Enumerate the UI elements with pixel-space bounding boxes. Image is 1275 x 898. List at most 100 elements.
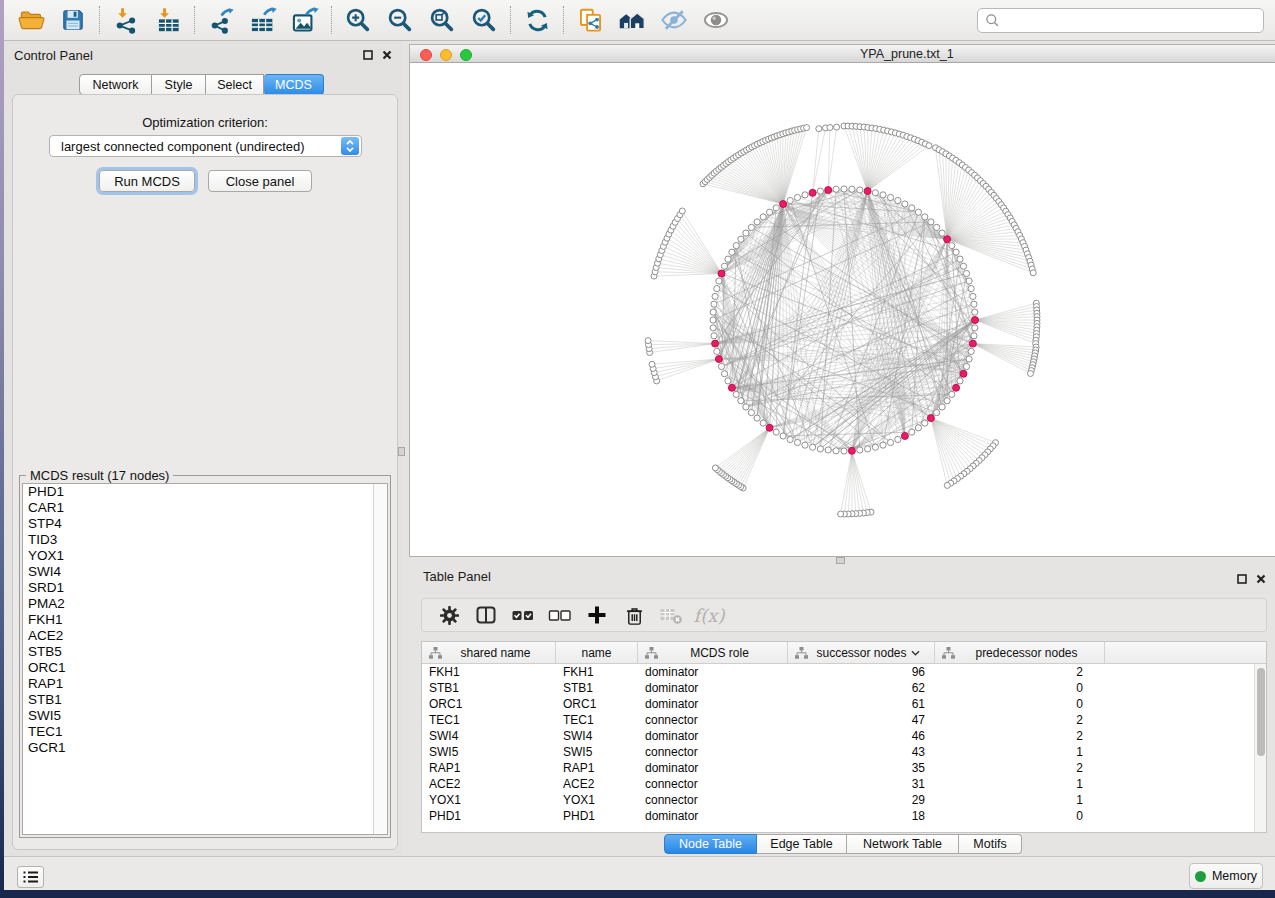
vertical-splitter-handle[interactable]: [398, 447, 405, 456]
mcds-result-item[interactable]: PMA2: [23, 596, 387, 612]
table-row[interactable]: TEC1TEC1connector472: [422, 712, 1266, 728]
close-panel-button[interactable]: Close panel: [208, 170, 312, 192]
tab-network[interactable]: Network: [79, 74, 152, 95]
delete-column-button[interactable]: [617, 601, 651, 629]
table-scrollbar[interactable]: [1254, 664, 1266, 832]
cell-name: RAP1: [556, 760, 638, 776]
table-row[interactable]: FKH1FKH1dominator962: [422, 664, 1266, 680]
mcds-result-item[interactable]: TID3: [23, 532, 387, 548]
first-neighbors-button[interactable]: [616, 4, 648, 36]
copy-view-button[interactable]: [574, 4, 606, 36]
import-network-button[interactable]: [110, 4, 142, 36]
memory-button[interactable]: Memory: [1189, 863, 1263, 889]
column-header-successor-nodes[interactable]: successor nodes: [788, 642, 935, 663]
mcds-result-item[interactable]: ORC1: [23, 660, 387, 676]
table-row[interactable]: PHD1PHD1dominator180: [422, 808, 1266, 824]
run-mcds-button[interactable]: Run MCDS: [99, 170, 195, 192]
mcds-result-item[interactable]: SRD1: [23, 580, 387, 596]
tab-node-table[interactable]: Node Table: [664, 834, 757, 854]
column-header-predecessor-nodes[interactable]: predecessor nodes: [935, 642, 1105, 663]
table-settings-button[interactable]: [432, 601, 466, 629]
mcds-result-item[interactable]: PHD1: [23, 484, 387, 500]
float-panel-icon[interactable]: [363, 50, 373, 60]
cell-successor-nodes: 35: [788, 760, 935, 776]
mcds-result-item[interactable]: ACE2: [23, 628, 387, 644]
mcds-result-item[interactable]: STP4: [23, 516, 387, 532]
table-row[interactable]: RAP1RAP1dominator352: [422, 760, 1266, 776]
refresh-button[interactable]: [521, 4, 553, 36]
tab-mcds[interactable]: MCDS: [264, 74, 324, 95]
table-row[interactable]: SWI4SWI4dominator462: [422, 728, 1266, 744]
app-window: Control Panel NetworkStyleSelectMCDS Opt…: [4, 0, 1275, 890]
table-panel-title: Table Panel: [423, 569, 491, 584]
task-history-button[interactable]: [17, 866, 44, 888]
table-row[interactable]: YOX1YOX1connector291: [422, 792, 1266, 808]
float-panel-icon[interactable]: [1237, 574, 1247, 584]
zoom-fit-button[interactable]: [426, 4, 458, 36]
zoom-in-button[interactable]: [342, 4, 374, 36]
show-column-button[interactable]: [469, 601, 503, 629]
delete-table-icon: [659, 604, 683, 626]
function-builder-button[interactable]: f(x): [691, 601, 725, 629]
close-window-icon[interactable]: [420, 49, 432, 61]
cell-predecessor-nodes: 1: [935, 792, 1105, 808]
mcds-result-item[interactable]: SWI5: [23, 708, 387, 724]
show-all-button[interactable]: [700, 4, 732, 36]
tab-network-table[interactable]: Network Table: [847, 834, 959, 854]
network-window-titlebar[interactable]: YPA_prune.txt_1: [409, 44, 1275, 63]
cell-predecessor-nodes: 2: [935, 760, 1105, 776]
table-row[interactable]: SWI5SWI5connector431: [422, 744, 1266, 760]
cell-successor-nodes: 61: [788, 696, 935, 712]
mcds-result-item[interactable]: RAP1: [23, 676, 387, 692]
close-panel-icon[interactable]: [1256, 574, 1266, 584]
criterion-dropdown[interactable]: largest connected component (undirected): [49, 135, 362, 157]
mcds-result-item[interactable]: GCR1: [23, 740, 387, 756]
mcds-result-item[interactable]: YOX1: [23, 548, 387, 564]
cell-shared-name: RAP1: [422, 760, 556, 776]
export-table-button[interactable]: [247, 4, 279, 36]
select-all-button[interactable]: [506, 601, 540, 629]
search-input[interactable]: [977, 8, 1264, 33]
table-row[interactable]: ACE2ACE2connector311: [422, 776, 1266, 792]
zoom-selected-button[interactable]: [468, 4, 500, 36]
column-header-shared-name[interactable]: shared name: [422, 642, 556, 663]
trash-icon: [624, 605, 645, 626]
hide-eye-icon: [660, 6, 688, 34]
cell-mcds-role: connector: [638, 712, 788, 728]
open-file-button[interactable]: [15, 4, 47, 36]
table-header-row: shared namenameMCDS rolesuccessor nodesp…: [422, 642, 1266, 664]
save-session-button[interactable]: [57, 4, 89, 36]
network-canvas[interactable]: [409, 63, 1275, 557]
table-scrollbar-thumb[interactable]: [1257, 668, 1265, 756]
column-header-name[interactable]: name: [556, 642, 638, 663]
cell-mcds-role: connector: [638, 792, 788, 808]
mcds-result-item[interactable]: STB5: [23, 644, 387, 660]
mcds-result-item[interactable]: FKH1: [23, 612, 387, 628]
unselect-all-button[interactable]: [543, 601, 577, 629]
export-image-button[interactable]: [289, 4, 321, 36]
column-header-mcds-role[interactable]: MCDS role: [638, 642, 788, 663]
horizontal-splitter-handle[interactable]: [836, 557, 845, 564]
mcds-result-item[interactable]: CAR1: [23, 500, 387, 516]
tab-style[interactable]: Style: [152, 74, 206, 95]
cell-name: FKH1: [556, 664, 638, 680]
tab-edge-table[interactable]: Edge Table: [757, 834, 847, 854]
zoom-out-button[interactable]: [384, 4, 416, 36]
table-row[interactable]: STB1STB1dominator620: [422, 680, 1266, 696]
tab-motifs[interactable]: Motifs: [959, 834, 1022, 854]
export-network-button[interactable]: [205, 4, 237, 36]
mcds-result-item[interactable]: SWI4: [23, 564, 387, 580]
maximize-window-icon[interactable]: [460, 49, 472, 61]
cell-successor-nodes: 31: [788, 776, 935, 792]
minimize-window-icon[interactable]: [440, 49, 452, 61]
close-panel-icon[interactable]: [382, 50, 392, 60]
create-column-button[interactable]: [580, 601, 614, 629]
import-table-button[interactable]: [152, 4, 184, 36]
hide-selected-button[interactable]: [658, 4, 690, 36]
mcds-list-scrollbar[interactable]: [373, 484, 387, 834]
delete-table-button[interactable]: [654, 601, 688, 629]
table-row[interactable]: ORC1ORC1dominator610: [422, 696, 1266, 712]
mcds-result-item[interactable]: TEC1: [23, 724, 387, 740]
mcds-result-item[interactable]: STB1: [23, 692, 387, 708]
tab-select[interactable]: Select: [206, 74, 264, 95]
